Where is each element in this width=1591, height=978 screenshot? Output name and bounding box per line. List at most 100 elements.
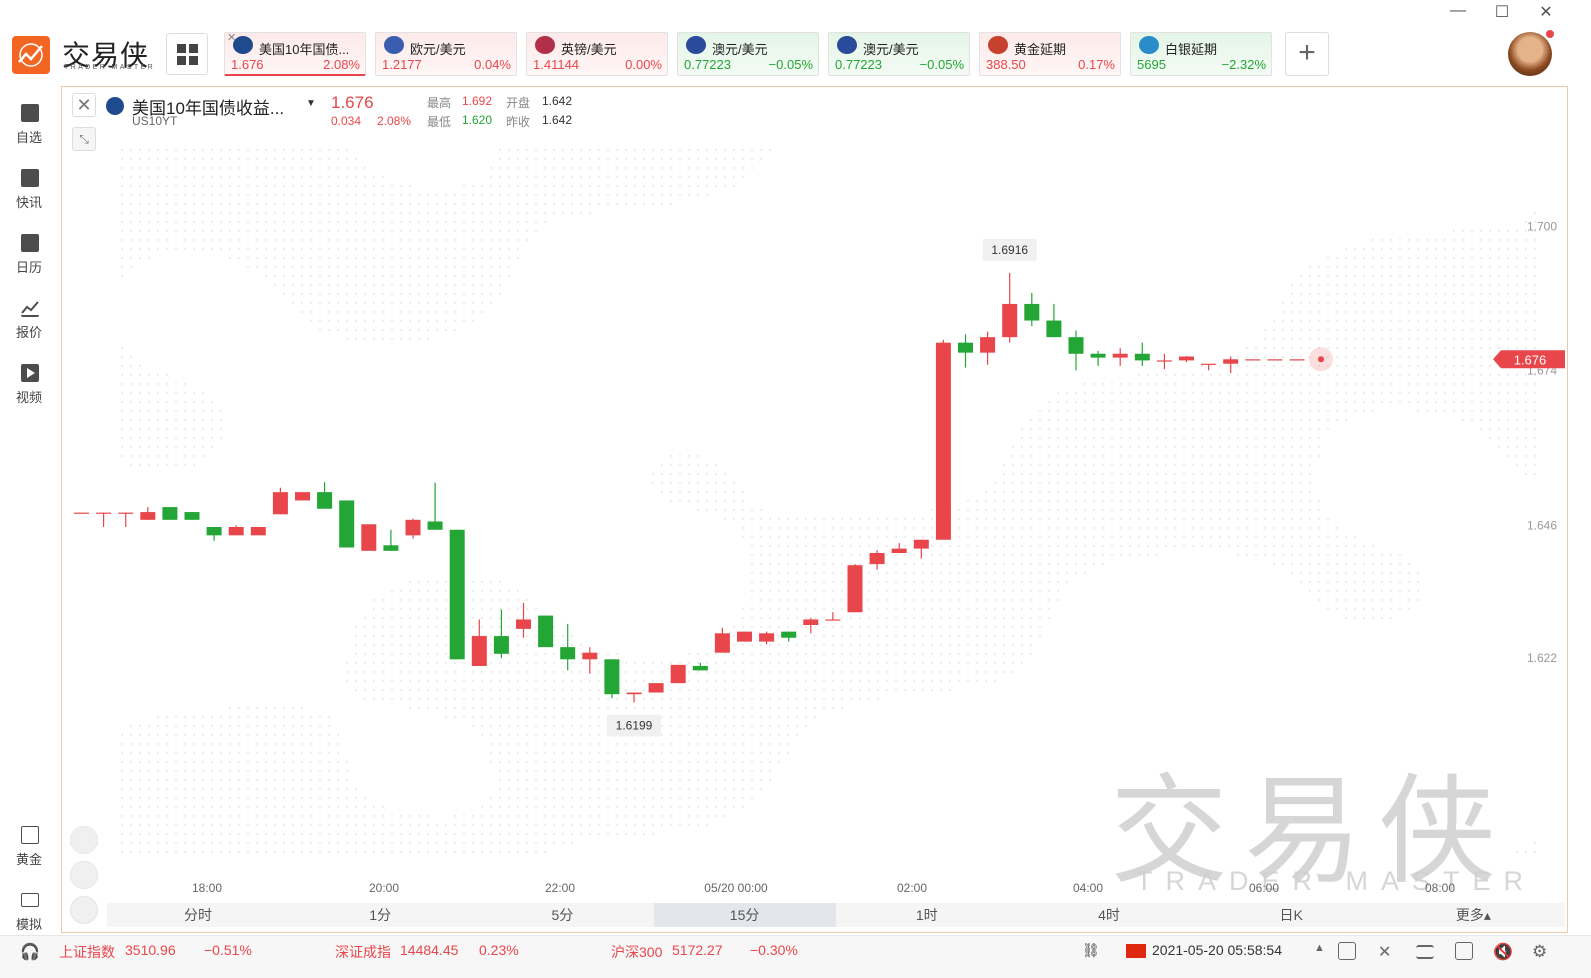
ticker-tab[interactable]: 澳元/美元 0.77223 −0.05% xyxy=(677,32,819,76)
candle xyxy=(582,647,598,674)
ticker-change: −2.32% xyxy=(1221,57,1266,72)
period-tab[interactable]: 分时 xyxy=(107,903,289,927)
period-tab[interactable]: 1分 xyxy=(289,903,471,927)
sidebar-item-news[interactable]: 快讯 xyxy=(0,159,58,217)
sidebar-item-label: 日历 xyxy=(15,260,42,275)
wallet-icon xyxy=(21,893,39,907)
candle xyxy=(1201,363,1217,371)
indicator-icon[interactable] xyxy=(70,826,98,854)
candle xyxy=(538,615,554,648)
ticker-tab[interactable]: 黄金延期 388.50 0.17% xyxy=(979,32,1121,76)
index-name[interactable]: 上证指数 xyxy=(59,942,115,962)
calendar-icon xyxy=(21,234,39,252)
ticker-tab[interactable]: 英镑/美元 1.41144 0.00% xyxy=(526,32,668,76)
close-tab-icon[interactable]: ✕ xyxy=(227,31,236,44)
sidebar-item-label: 模拟 xyxy=(15,917,42,932)
period-tab[interactable]: 4时 xyxy=(1018,903,1200,927)
chevron-down-icon[interactable]: ▼ xyxy=(306,98,316,109)
caret-up-icon[interactable]: ▲ xyxy=(1314,942,1325,954)
candle xyxy=(980,331,996,365)
bookmark-icon xyxy=(21,104,39,122)
sidebar-item-gold[interactable]: 黄金 xyxy=(0,816,58,874)
high-value: 1.692 xyxy=(462,94,493,108)
candle xyxy=(604,659,620,699)
tools-icon[interactable]: ✕ xyxy=(1378,942,1396,961)
low-value: 1.620 xyxy=(462,113,493,127)
ticker-tab[interactable]: 澳元/美元 0.77223 −0.05% xyxy=(828,32,970,76)
candle xyxy=(96,512,112,528)
ticker-price: 0.77223 xyxy=(835,57,882,72)
index-change: 0.23% xyxy=(479,942,519,958)
x-tick-label: 18:00 xyxy=(192,881,222,895)
sidebar-item-label: 自选 xyxy=(15,130,42,145)
headset-icon[interactable]: 🎧 xyxy=(20,942,40,962)
ticker-name: 欧元/美元 xyxy=(410,42,466,57)
ticker-tab[interactable]: 欧元/美元 1.2177 0.04% xyxy=(375,32,517,76)
candle xyxy=(140,507,156,520)
ticker-tab[interactable]: 白银延期 5695 −2.32% xyxy=(1130,32,1272,76)
svg-text:1.676: 1.676 xyxy=(1514,352,1547,367)
index-name[interactable]: 深证成指 xyxy=(335,942,391,962)
ticker-change: 2.08% xyxy=(323,57,360,72)
period-tab[interactable]: 1时 xyxy=(836,903,1018,927)
sidebar-item-video[interactable]: 视频 xyxy=(0,354,58,412)
flag-icon xyxy=(1139,36,1159,54)
candle xyxy=(626,692,642,703)
candle xyxy=(913,539,929,559)
layout-grid-button[interactable] xyxy=(166,33,208,75)
sidebar-item-label: 报价 xyxy=(15,325,42,340)
settings-icon[interactable]: ⚙ xyxy=(1532,942,1547,962)
x-tick-label: 08:00 xyxy=(1425,881,1455,895)
menu-icon[interactable] xyxy=(1416,945,1434,959)
period-tab[interactable]: 15分 xyxy=(653,903,836,927)
sidebar-item-watchlist[interactable]: 自选 xyxy=(0,94,58,152)
candle xyxy=(427,482,443,530)
period-tab[interactable]: 日K xyxy=(1200,903,1382,927)
avatar[interactable] xyxy=(1508,32,1552,76)
sidebar-item-quotes[interactable]: 报价 xyxy=(0,289,58,347)
china-flag-icon xyxy=(1126,944,1146,958)
candle xyxy=(670,664,686,684)
period-tab[interactable]: 更多▴ xyxy=(1382,903,1564,927)
period-tab[interactable]: 5分 xyxy=(471,903,653,927)
live-price-point xyxy=(1318,356,1324,363)
candle xyxy=(891,543,907,554)
trend-icon[interactable] xyxy=(70,896,98,924)
minimize-button[interactable]: — xyxy=(1448,2,1468,20)
candle xyxy=(803,617,819,634)
candle xyxy=(250,527,266,536)
candle xyxy=(1046,303,1062,338)
sidebar-item-label: 视频 xyxy=(15,390,42,405)
sidebar-item-calendar[interactable]: 日历 xyxy=(0,224,58,282)
camera-icon[interactable] xyxy=(1455,942,1473,960)
flag-icon xyxy=(686,36,706,54)
pencil-icon[interactable] xyxy=(70,861,98,889)
index-change: −0.30% xyxy=(750,942,798,958)
mute-icon[interactable]: 🔇 xyxy=(1493,942,1513,962)
candlestick-chart[interactable]: 1.7001.6741.6461.62218:00 20:00 22:00 05/20… xyxy=(62,140,1565,900)
x-tick-label: 22:00 xyxy=(545,881,575,895)
ticker-price: 1.41144 xyxy=(533,57,580,72)
add-ticker-button[interactable]: + xyxy=(1285,32,1329,76)
symbol-price: 1.676 xyxy=(331,93,374,112)
ticker-name: 黄金延期 xyxy=(1014,42,1067,57)
candle xyxy=(935,339,951,540)
ticker-tab[interactable]: 美国10年国债... 1.676 2.08% ✕ xyxy=(224,32,366,76)
index-name[interactable]: 沪深300 xyxy=(611,942,662,962)
maximize-button[interactable]: ☐ xyxy=(1492,2,1512,22)
ticker-change: 0.17% xyxy=(1078,57,1115,72)
candle xyxy=(1179,355,1194,363)
ticker-price: 0.77223 xyxy=(684,57,731,72)
y-tick-label: 1.646 xyxy=(1527,518,1557,532)
connection-icon[interactable]: ⛓ xyxy=(1082,942,1100,960)
close-window-button[interactable]: ✕ xyxy=(1536,2,1556,22)
flag-icon xyxy=(837,36,857,54)
candle xyxy=(295,492,310,501)
candle xyxy=(206,527,222,541)
bar-chart-icon xyxy=(106,97,124,115)
close-chart-button[interactable]: ✕ xyxy=(72,93,96,117)
x-tick-label: 20:00 xyxy=(369,881,399,895)
sidebar-item-simulation[interactable]: 模拟 xyxy=(0,881,58,939)
screen-off-icon[interactable] xyxy=(1338,942,1356,960)
y-tick-label: 1.700 xyxy=(1527,219,1557,233)
